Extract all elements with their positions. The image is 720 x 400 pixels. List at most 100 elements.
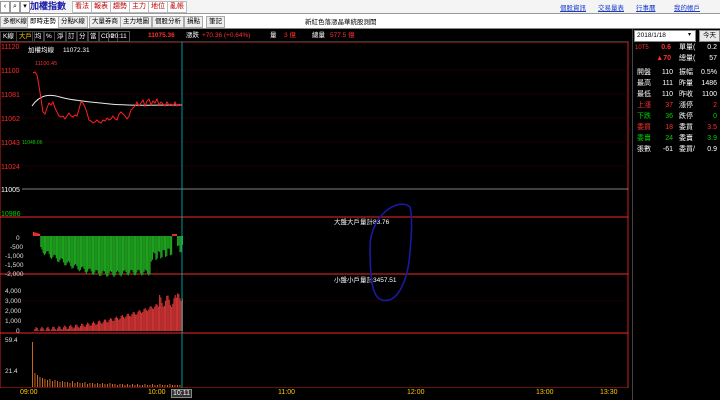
link-stock-info[interactable]: 個股資訊: [560, 2, 586, 12]
small-lot-bar: [102, 322, 104, 331]
price-tick-label: 11081: [1, 92, 20, 99]
link-volume-table[interactable]: 交易量表: [598, 2, 624, 12]
small-lot-bar: [55, 330, 57, 331]
toggle-3[interactable]: %: [43, 31, 55, 42]
volume-bar: [144, 384, 146, 387]
big-lot-bar: [138, 236, 140, 271]
small-lot-bar: [112, 320, 114, 331]
small-lot-bar: [147, 311, 149, 331]
small-lot-bar: [78, 327, 80, 331]
volume-bar: [67, 382, 68, 387]
chevron-left-icon[interactable]: ‹: [0, 1, 10, 13]
volume-bar: [34, 373, 36, 387]
tab-loss-point[interactable]: 損點: [184, 16, 203, 28]
toolbar-button-position[interactable]: 地位: [148, 1, 168, 13]
quote-value: 37: [665, 102, 673, 109]
big-lot-bar: [142, 236, 144, 275]
big-lot-bar: [114, 236, 116, 276]
toolbar-button-trend[interactable]: 趨勢: [110, 1, 130, 13]
toolbar-button-view[interactable]: 看法: [72, 1, 92, 13]
small-lot-bar: [64, 325, 66, 331]
intraday-chart[interactable]: 11120 11100 11081 11062 11043 11024 1100…: [0, 42, 629, 388]
quote-head-label: 單量(: [679, 44, 696, 51]
small-lot-bar: [69, 326, 71, 331]
info-total: 577.5 億: [330, 32, 355, 39]
quote-label: 最低: [637, 91, 651, 98]
tab-minute-kline[interactable]: 分點K線: [58, 16, 88, 28]
small-lot-bar: [159, 295, 161, 331]
link-calendar[interactable]: 行事曆: [636, 2, 656, 12]
volume-bar: [154, 385, 156, 387]
toolbar-button-report[interactable]: 報表: [91, 1, 111, 13]
volume-bar: [157, 385, 158, 387]
small-lot-bar: [148, 309, 150, 331]
quote-row: 最高 111 昨量 1486: [633, 79, 720, 89]
price-tick-label: 11043: [1, 140, 20, 147]
toggle-0[interactable]: K線: [0, 31, 17, 42]
small-lot-bar: [37, 330, 39, 331]
small-lot-bar: [53, 326, 55, 331]
small-lot-bar: [61, 329, 63, 331]
big-lot-bar: [64, 236, 66, 266]
big-lot-bar: [177, 236, 179, 247]
small-lot-bar: [40, 328, 42, 331]
chevron-down-icon[interactable]: ▾: [20, 1, 30, 13]
small-lot-bar: [107, 322, 109, 331]
big-lot-bar: [35, 232, 37, 236]
small-lot-bar: [54, 329, 56, 331]
volume-tick-label: 59.4: [5, 337, 18, 344]
tab-broker-volume[interactable]: 大量券商: [89, 16, 121, 28]
small-lot-bar: [157, 306, 159, 331]
small-lot-bar: [145, 309, 147, 331]
tab-main-force-map[interactable]: 主力地圖: [120, 16, 152, 28]
quote-value: 36: [665, 113, 673, 120]
small-lot-bar: [119, 318, 121, 331]
big-lot-bar: [73, 236, 75, 266]
small-lot-bar: [59, 326, 61, 331]
big-lot-bar: [119, 236, 121, 276]
quote-row: 最低 110 昨收 1100: [633, 90, 720, 100]
small-lot-bar: [127, 313, 129, 331]
tab-realtime[interactable]: 即時走勢: [27, 16, 59, 28]
volume-bar: [47, 380, 48, 387]
toolbar-button-major[interactable]: 主力: [129, 1, 149, 13]
volume-bar: [124, 385, 126, 387]
volume-bar: [59, 382, 61, 387]
big-tick-label: -1,500: [5, 262, 24, 269]
quote-row: 上漲 37 漲停 2: [633, 101, 720, 111]
big-lot-bar: [52, 236, 54, 258]
date-select[interactable]: 2018/1/18: [634, 30, 696, 42]
small-lot-bar: [45, 330, 47, 331]
big-lot-bar: [78, 236, 80, 272]
quote-value: -61: [662, 146, 673, 153]
price-grid: [22, 69, 628, 167]
small-lot-bar: [168, 299, 170, 331]
small-lot-bar: [71, 326, 73, 331]
small-lot-bar: [94, 323, 96, 331]
big-lot-bar: [173, 234, 175, 236]
small-lot-bar: [143, 309, 145, 331]
today-button[interactable]: 今天: [699, 30, 720, 42]
quote-value: 3.5: [707, 124, 717, 131]
small-lot-bar: [125, 316, 127, 331]
volume-bar: [149, 385, 151, 387]
big-lot-bar: [147, 236, 149, 274]
search-icon[interactable]: ⌕: [10, 1, 20, 13]
big-lot-bar: [166, 236, 168, 256]
small-lot-bar: [135, 314, 137, 331]
toolbar-button-ledger[interactable]: 亂帳: [167, 1, 187, 13]
big-lot-bar: [172, 234, 174, 236]
small-lot-bar: [156, 304, 158, 331]
tab-multi-kline[interactable]: 多根K線: [0, 16, 30, 28]
link-my-account[interactable]: 我的帳戶: [674, 2, 700, 12]
info-volume-label: 量: [270, 32, 277, 39]
volume-bar: [172, 385, 173, 387]
small-lot-bar: [77, 326, 79, 331]
tab-notes[interactable]: 筆記: [206, 16, 225, 28]
volume-bar: [164, 385, 166, 387]
small-lot-bar: [103, 319, 105, 331]
chevron-down-icon[interactable]: ▾: [688, 31, 691, 38]
tab-stock-analysis[interactable]: 個股分析: [152, 16, 184, 28]
big-lot-bar: [100, 236, 102, 276]
big-lot-bar: [144, 236, 146, 270]
